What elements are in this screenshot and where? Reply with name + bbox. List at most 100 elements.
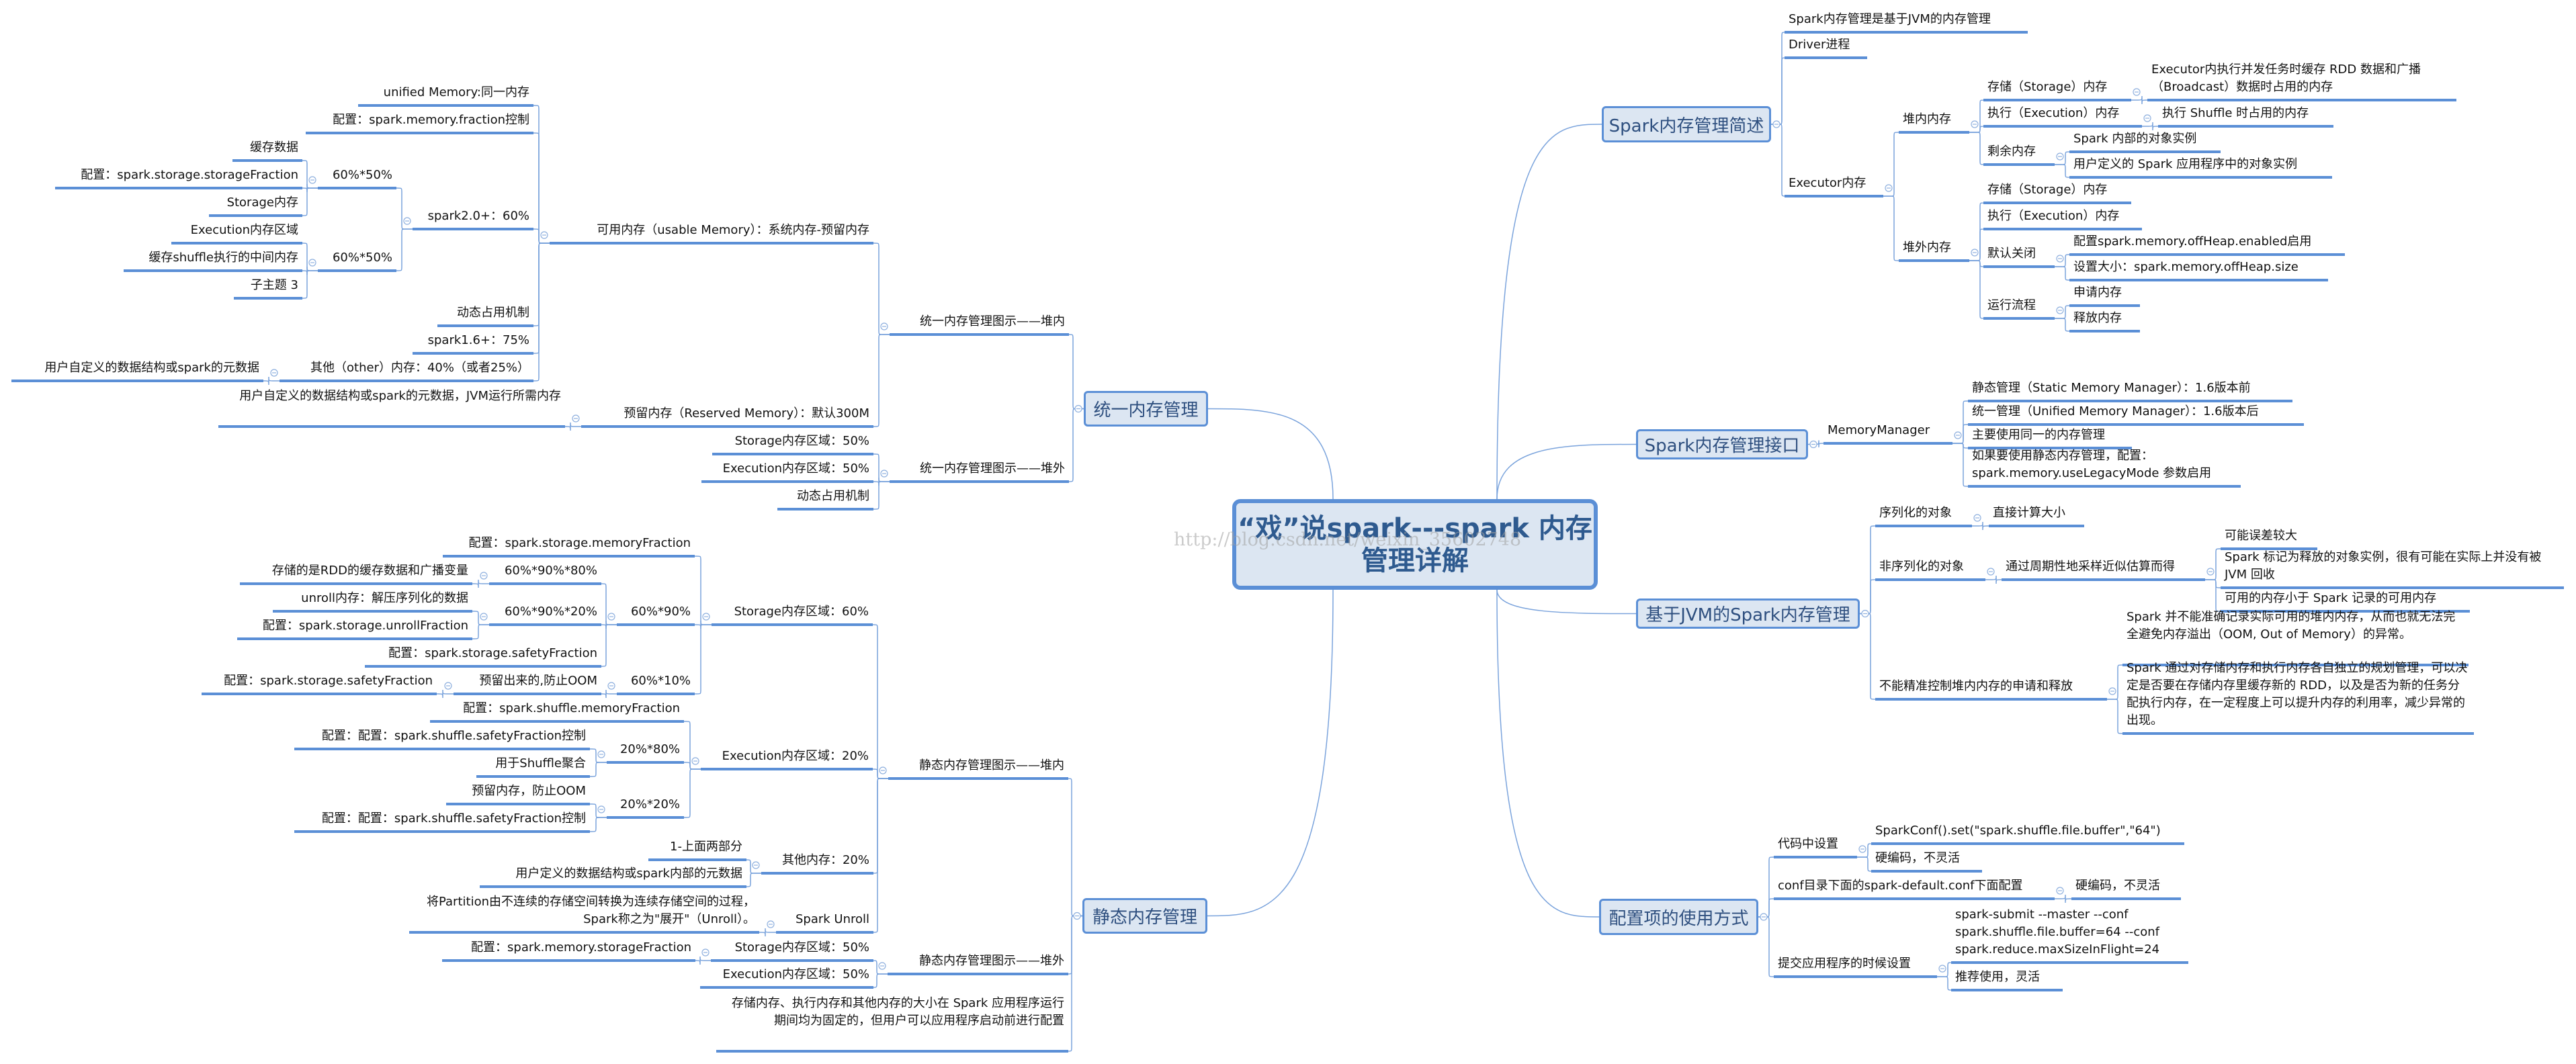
collapse-toggle-icon[interactable] [540, 231, 548, 239]
collapse-toggle-icon[interactable] [2133, 88, 2141, 96]
collapse-toggle-icon[interactable] [691, 757, 699, 765]
collapse-toggle-icon[interactable] [1861, 609, 1869, 618]
topic-u1a6[interactable]: 其他（other）内存：40%（或者25%） [280, 359, 533, 382]
topic-s1a2a1[interactable]: 存储的是RDD的缓存数据和广播变量 [240, 562, 472, 585]
topic-u1a3b3[interactable]: 子主题 3 [234, 277, 302, 300]
topic-s2a[interactable]: Storage内存区域：50% [711, 939, 873, 962]
topic-j3a[interactable]: Spark 并不能准确记录实际可用的堆内内存，从而也就无法完全避免内存溢出（OO… [2122, 609, 2468, 666]
collapse-toggle-icon[interactable] [1885, 184, 1893, 192]
topic-c2[interactable]: conf目录下面的spark-default.conf下面配置 [1774, 877, 2055, 900]
topic-o3b3b[interactable]: 设置大小：spark.memory.offHeap.size [2069, 259, 2328, 281]
topic-o3a1[interactable]: 存储（Storage）内存 [1983, 79, 2131, 101]
branch-memory-overview[interactable]: Spark内存管理简述 [1602, 106, 1771, 142]
topic-u1a5[interactable]: spark1.6+：75% [413, 332, 533, 355]
topic-o2[interactable]: Driver进程 [1785, 36, 1867, 59]
collapse-toggle-icon[interactable] [480, 613, 488, 621]
topic-u1a3b1[interactable]: Execution内存区域 [171, 222, 302, 245]
collapse-toggle-icon[interactable] [270, 369, 278, 377]
topic-c3b[interactable]: 推荐使用，灵活 [1951, 969, 2063, 991]
collapse-toggle-icon[interactable] [444, 682, 452, 690]
topic-o3b2[interactable]: 执行（Execution）内存 [1983, 208, 2142, 230]
collapse-toggle-icon[interactable] [752, 861, 760, 869]
topic-j2a1[interactable]: 可能误差较大 [2221, 527, 2317, 550]
topic-c3a[interactable]: spark-submit --master --conf spark.shuff… [1951, 906, 2188, 964]
collapse-toggle-icon[interactable] [702, 613, 710, 621]
collapse-toggle-icon[interactable] [701, 948, 710, 957]
topic-o3a1a[interactable]: Executor内执行并发任务时缓存 RDD 数据和广播（Broadcast）数… [2147, 61, 2456, 101]
topic-s1a3a[interactable]: 预留出来的,防止OOM [454, 672, 601, 695]
topic-s1a2b[interactable]: 60%*90%*20% [489, 603, 601, 626]
topic-s1b3a[interactable]: 预留内存，防止OOM [446, 783, 590, 805]
topic-u1a3b[interactable]: 60%*50% [318, 249, 396, 272]
topic-u1a2[interactable]: 配置：spark.memory.fraction控制 [306, 112, 533, 134]
collapse-toggle-icon[interactable] [1858, 845, 1866, 853]
topic-o1[interactable]: Spark内存管理是基于JVM的内存管理 [1785, 11, 2028, 34]
topic-s1b2[interactable]: 20%*80% [607, 741, 684, 764]
topic-o3a2a[interactable]: 执行 Shuffle 时占用的内存 [2158, 105, 2333, 128]
topic-c1[interactable]: 代码中设置 [1774, 836, 1857, 858]
topic-s1b2a[interactable]: 配置：配置：spark.shuffle.safetyFraction控制 [294, 727, 590, 750]
topic-u1a3[interactable]: spark2.0+：60% [413, 208, 533, 230]
topic-s1a3[interactable]: 60%*10% [617, 672, 695, 695]
topic-c1b[interactable]: 硬编码，不灵活 [1871, 850, 1982, 873]
topic-u1a3a3[interactable]: Storage内存 [209, 194, 302, 217]
topic-u1a6a[interactable]: 用户自定义的数据结构或spark的元数据 [11, 359, 263, 382]
topic-j3b[interactable]: Spark 通过对存储内存和执行内存各自独立的规划管理，可以决定是否要在存储内存… [2122, 660, 2474, 735]
topic-u1a3a[interactable]: 60%*50% [318, 167, 396, 189]
topic-s2b[interactable]: Execution内存区域：50% [700, 966, 873, 989]
topic-u1b1[interactable]: 用户自定义的数据结构或spark的元数据，JVM运行所需内存 [218, 388, 565, 428]
branch-jvm-memory[interactable]: 基于JVM的Spark内存管理 [1636, 598, 1860, 629]
topic-s1a2b2[interactable]: 配置：spark.storage.unrollFraction [237, 617, 472, 640]
topic-s3[interactable]: 存储内存、执行内存和其他内存的大小在 Spark 应用程序运行期间均为固定的，但… [716, 995, 1068, 1053]
collapse-toggle-icon[interactable] [880, 470, 888, 478]
topic-u1a3a2[interactable]: 配置：spark.storage.storageFraction [55, 167, 302, 189]
topic-i1d[interactable]: 如果要使用静态内存管理，配置：spark.memory.useLegacyMod… [1968, 447, 2241, 488]
branch-unified-memory[interactable]: 统一内存管理 [1084, 391, 1208, 427]
topic-o3b3[interactable]: 默认关闭 [1983, 245, 2055, 268]
collapse-toggle-icon[interactable] [2056, 152, 2064, 161]
collapse-toggle-icon[interactable] [480, 572, 488, 580]
collapse-toggle-icon[interactable] [597, 750, 605, 758]
collapse-toggle-icon[interactable] [1809, 440, 1817, 449]
topic-o3b1[interactable]: 存储（Storage）内存 [1983, 181, 2131, 204]
collapse-toggle-icon[interactable] [1938, 965, 1946, 973]
collapse-toggle-icon[interactable] [1973, 514, 1981, 522]
topic-o3b3a[interactable]: 配置spark.memory.offHeap.enabled启用 [2069, 233, 2345, 256]
topic-u2b[interactable]: Execution内存区域：50% [701, 460, 873, 483]
collapse-toggle-icon[interactable] [1760, 913, 1768, 921]
topic-u1a[interactable]: 可用内存（usable Memory）：系统内存-预留内存 [550, 222, 873, 245]
topic-s1b2b[interactable]: 用于Shuffle聚合 [476, 755, 590, 778]
collapse-toggle-icon[interactable] [1971, 249, 1979, 257]
collapse-toggle-icon[interactable] [878, 962, 886, 970]
topic-s1[interactable]: 静态内存管理图示——堆内 [888, 757, 1068, 780]
collapse-toggle-icon[interactable] [1073, 912, 1081, 920]
topic-o3a2[interactable]: 执行（Execution）内存 [1983, 105, 2142, 128]
central-topic[interactable]: “戏”说spark---spark 内存 管理详解 [1232, 499, 1598, 590]
collapse-toggle-icon[interactable] [879, 766, 887, 774]
collapse-toggle-icon[interactable] [308, 176, 316, 184]
topic-o3a3[interactable]: 剩余内存 [1983, 143, 2055, 166]
topic-i1b[interactable]: 统一管理（Unified Memory Manager）：1.6版本后 [1968, 403, 2304, 426]
topic-s1a2c[interactable]: 配置：spark.storage.safetyFraction [365, 645, 601, 668]
branch-memory-interface[interactable]: Spark内存管理接口 [1636, 429, 1808, 459]
collapse-toggle-icon[interactable] [1971, 120, 1979, 128]
topic-s1a2[interactable]: 60%*90% [617, 603, 695, 626]
topic-u2c[interactable]: 动态占用机制 [777, 488, 873, 511]
topic-o3[interactable]: Executor内存 [1785, 175, 1883, 197]
topic-s1b3[interactable]: 20%*20% [607, 796, 684, 819]
collapse-toggle-icon[interactable] [607, 682, 615, 690]
topic-s1a[interactable]: Storage内存区域：60% [712, 603, 873, 626]
topic-s1a3a1[interactable]: 配置：spark.storage.safetyFraction [202, 672, 437, 695]
topic-i1a[interactable]: 静态管理（Static Memory Manager）：1.6版本前 [1968, 380, 2292, 402]
topic-o3b4a[interactable]: 申请内存 [2069, 284, 2140, 307]
collapse-toggle-icon[interactable] [1954, 431, 1962, 439]
topic-u1[interactable]: 统一内存管理图示——堆内 [890, 313, 1069, 336]
topic-u1b[interactable]: 预留内存（Reserved Memory）：默认300M [581, 405, 873, 428]
topic-s1a2a[interactable]: 60%*90%*80% [489, 562, 601, 585]
topic-i1[interactable]: MemoryManager [1823, 422, 1952, 445]
topic-s1a2b1[interactable]: unroll内存：解压序列化的数据 [273, 590, 472, 613]
collapse-toggle-icon[interactable] [597, 805, 605, 813]
topic-j2a[interactable]: 通过周期性地采样近似估算而得 [2002, 558, 2205, 581]
topic-u2[interactable]: 统一内存管理图示——堆外 [890, 460, 1069, 483]
topic-c2a[interactable]: 硬编码，不灵活 [2071, 877, 2181, 900]
